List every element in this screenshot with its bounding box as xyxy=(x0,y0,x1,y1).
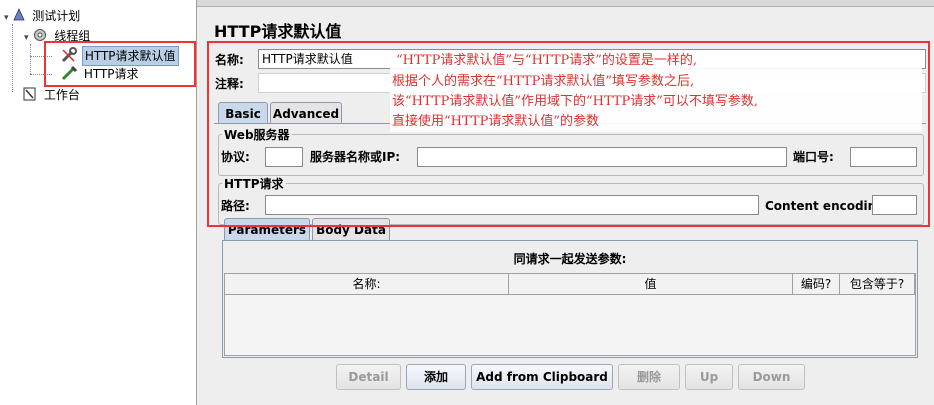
tree-label: 测试计划 xyxy=(32,9,81,23)
annotation-line: 根据个人的需求在“HTTP请求默认值”填写参数之后, xyxy=(392,74,695,89)
annotation-line: 直接使用“HTTP请求默认值”的参数 xyxy=(392,114,599,129)
add-from-clipboard-button[interactable]: Add from Clipboard xyxy=(471,364,613,390)
annotation-line: “HTTP请求默认值”与“HTTP请求”的设置是一样的, xyxy=(396,53,698,68)
column-header-value[interactable]: 值 xyxy=(509,274,793,295)
page-title: HTTP请求默认值 xyxy=(214,22,342,41)
params-title: 同请求一起发送参数: xyxy=(513,252,627,266)
column-header-encode[interactable]: 编码? xyxy=(793,274,840,295)
tree-item-workbench[interactable]: 工作台 xyxy=(22,86,82,104)
collapse-toggle-icon[interactable]: ▾ xyxy=(4,13,9,23)
collapse-toggle-icon[interactable]: ▾ xyxy=(24,33,29,43)
annotation-line: 该“HTTP请求默认值”作用域下的“HTTP请求”可以不填写参数, xyxy=(392,94,759,109)
workbench-icon xyxy=(23,87,36,101)
tree-label: 工作台 xyxy=(43,88,80,102)
gear-icon xyxy=(34,29,47,41)
test-plan-tree: ▾ 测试计划 ▾ 线程组 HTTP请求默认值 HTTP请求 工作台 xyxy=(0,0,197,405)
detail-button[interactable]: Detail xyxy=(336,364,401,390)
down-button[interactable]: Down xyxy=(738,364,805,390)
highlight-box xyxy=(44,41,196,87)
up-button[interactable]: Up xyxy=(685,364,733,390)
add-button[interactable]: 添加 xyxy=(406,364,466,390)
tree-item-test-plan[interactable]: ▾ 测试计划 xyxy=(4,7,82,25)
column-header-name[interactable]: 名称: xyxy=(225,274,509,295)
delete-button[interactable]: 删除 xyxy=(618,364,680,390)
column-header-include-equals[interactable]: 包含等于? xyxy=(840,274,915,295)
test-plan-icon xyxy=(13,8,25,21)
